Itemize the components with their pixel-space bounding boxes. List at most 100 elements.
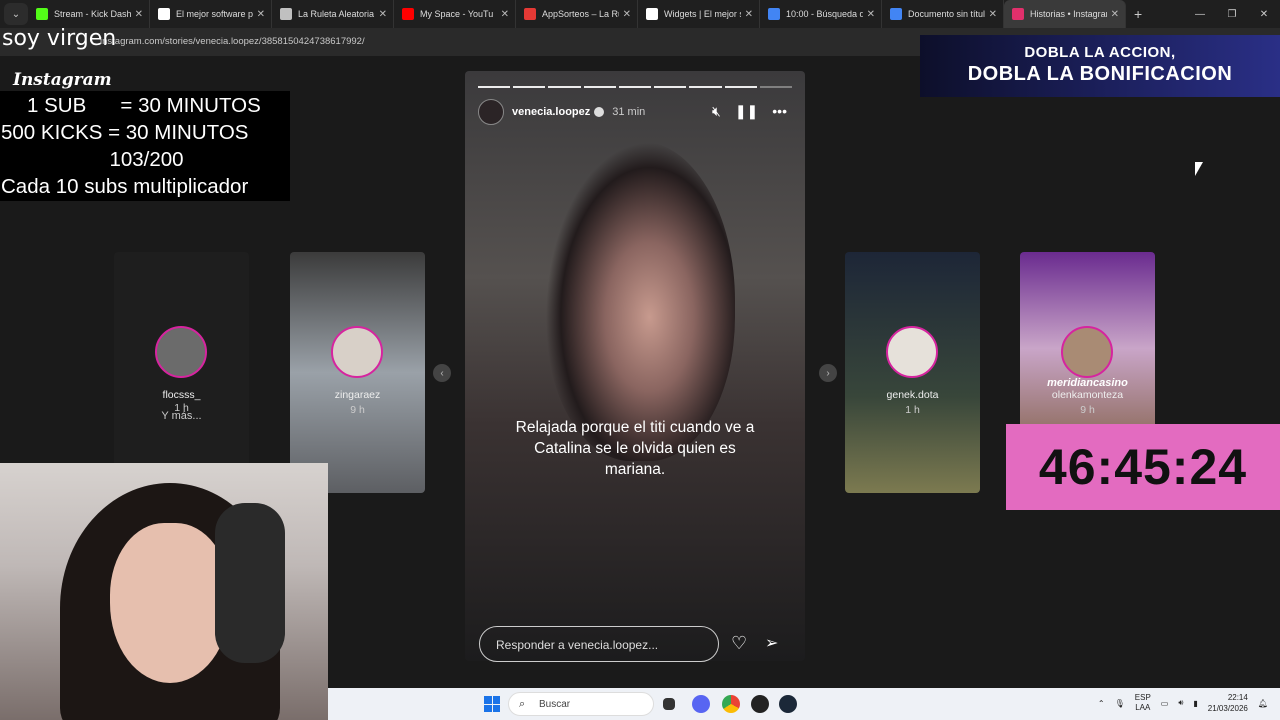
tab-search-button[interactable]: ⌄ — [4, 3, 28, 25]
browser-tab[interactable]: La Ruleta Aleatoria ✕ — [272, 0, 394, 28]
close-window-button[interactable]: ✕ — [1248, 0, 1280, 28]
volume-icon[interactable]: 🔊︎ — [1178, 698, 1183, 708]
url-text[interactable]: instagram.com/stories/venecia.loopez/385… — [100, 36, 365, 47]
avatar — [1061, 326, 1113, 378]
story-progress-segment — [583, 86, 616, 88]
search-label: Buscar — [539, 699, 571, 710]
tab-favicon-icon — [158, 8, 170, 20]
story-photo — [545, 141, 735, 461]
microphone-icon[interactable]: 🎙︎ — [1115, 699, 1125, 708]
avatar — [886, 326, 938, 378]
discord-icon[interactable] — [692, 695, 710, 713]
browser-tab[interactable]: Historias • Instagram ✕ — [1004, 0, 1126, 28]
window-controls: — ❐ ✕ — [1184, 0, 1280, 28]
tab-favicon-icon — [402, 8, 414, 20]
pause-icon[interactable]: ❚❚ — [735, 103, 758, 120]
subathon-rules-panel: 1 SUB = 30 MINUTOS 500 KICKS = 30 MINUTO… — [0, 91, 290, 201]
story-username: olenkamonteza — [1051, 389, 1124, 401]
more-options-icon[interactable]: ••• — [772, 103, 787, 120]
taskbar-search[interactable]: ⌕ Buscar — [508, 692, 654, 716]
mute-icon[interactable]: 🔇︎ — [712, 103, 721, 120]
restore-button[interactable]: ❐ — [1216, 0, 1248, 28]
new-tab-button[interactable]: + — [1134, 6, 1142, 22]
rule-line: Cada 10 subs multiplicador — [1, 175, 249, 198]
tab-title: AppSorteos – La Rule — [542, 9, 619, 19]
story-progress-segment — [654, 86, 687, 88]
minimize-button[interactable]: — — [1184, 0, 1216, 28]
side-story-card[interactable]: genek.dota 1 h — [845, 252, 980, 493]
close-tab-icon[interactable]: ✕ — [745, 9, 753, 20]
search-icon: ⌕ — [519, 698, 526, 710]
windows-start-icon[interactable] — [484, 696, 500, 712]
browser-tab[interactable]: Documento sin título ✕ — [882, 0, 1004, 28]
lang-secondary: LAA — [1135, 703, 1151, 712]
notification-icon[interactable]: 🔔︎ — [1258, 699, 1268, 708]
clock-date: 21/03/2026 — [1207, 704, 1248, 713]
browser-tab[interactable]: 10:00 - Búsqueda de ✕ — [760, 0, 882, 28]
subathon-timer: 46:45:24 — [1006, 424, 1280, 510]
story-progress-segment — [548, 86, 581, 88]
story-progress-segment — [513, 86, 546, 88]
clock[interactable]: 22:14 21/03/2026 — [1208, 692, 1248, 714]
rule-line: 1 SUB = 30 MINUTOS — [27, 94, 261, 117]
story-progress-segment — [689, 86, 722, 88]
instagram-logo[interactable]: Instagram — [13, 70, 112, 90]
promo-line2: DOBLA LA BONIFICACION — [967, 63, 1233, 85]
send-icon[interactable]: ➢ — [765, 633, 778, 653]
reply-input[interactable]: Responder a venecia.loopez... — [479, 626, 719, 662]
webcam-face — [110, 523, 230, 683]
close-tab-icon[interactable]: ✕ — [1111, 9, 1119, 20]
story-progress-segment — [724, 86, 757, 88]
next-story-arrow[interactable]: › — [819, 364, 837, 382]
language-indicator[interactable]: ESP LAA — [1135, 693, 1151, 713]
story-time: 9 h — [350, 404, 365, 416]
story-caption: Relajada porque el titi cuando ve a Cata… — [515, 419, 755, 478]
close-tab-icon[interactable]: ✕ — [257, 9, 265, 20]
tab-favicon-icon — [36, 8, 48, 20]
tab-title: Documento sin título — [908, 9, 985, 19]
tab-title: Stream - Kick Dashbo — [54, 9, 131, 19]
close-tab-icon[interactable]: ✕ — [867, 9, 875, 20]
story-progress-segment — [759, 86, 792, 88]
story-viewer[interactable]: venecia.loopez 31 min 🔇︎ ❚❚ ••• Relajada… — [465, 71, 805, 661]
close-tab-icon[interactable]: ✕ — [379, 9, 387, 20]
chevron-up-icon[interactable]: ⌃ — [1098, 699, 1105, 708]
verified-icon — [594, 107, 605, 117]
browser-tab[interactable]: Widgets | El mejor so ✕ — [638, 0, 760, 28]
webcam-feed — [0, 463, 328, 720]
tab-favicon-icon — [768, 8, 780, 20]
story-username: genek.dota — [886, 389, 939, 401]
story-header: venecia.loopez 31 min — [478, 99, 645, 125]
clock-time: 22:14 — [1227, 693, 1248, 702]
chrome-icon[interactable] — [722, 695, 740, 713]
side-story-card[interactable]: flocsss_ 1 h Y más... — [114, 252, 249, 493]
steam-icon[interactable] — [779, 695, 797, 713]
like-heart-icon[interactable]: ♡ — [731, 633, 747, 654]
story-username[interactable]: venecia.loopez — [512, 106, 590, 118]
avatar[interactable] — [478, 99, 504, 125]
tab-title: 10:00 - Búsqueda de — [786, 9, 863, 19]
side-story-card[interactable]: zingaraez 9 h — [290, 252, 425, 493]
previous-story-arrow[interactable]: ‹ — [433, 364, 451, 382]
close-tab-icon[interactable]: ✕ — [623, 9, 631, 20]
windows-taskbar: ⌕ Buscar ⌃ 🎙︎ ESP LAA ▭ 🔊︎ ▮ 22:14 21/03… — [328, 688, 1280, 720]
obs-icon[interactable] — [751, 695, 769, 713]
browser-tab[interactable]: AppSorteos – La Rule ✕ — [516, 0, 638, 28]
file-explorer-icon[interactable] — [663, 698, 675, 710]
close-tab-icon[interactable]: ✕ — [135, 9, 143, 20]
close-tab-icon[interactable]: ✕ — [501, 9, 509, 20]
browser-tab[interactable]: Stream - Kick Dashbo ✕ — [28, 0, 150, 28]
network-icon[interactable]: ▭ — [1161, 699, 1169, 708]
battery-icon[interactable]: ▮ — [1193, 699, 1197, 708]
story-time: 1 h — [905, 404, 920, 416]
story-controls: 🔇︎ ❚❚ ••• — [712, 103, 787, 120]
system-tray: ⌃ 🎙︎ ESP LAA ▭ 🔊︎ ▮ 22:14 21/03/2026 🔔︎ — [1098, 692, 1268, 714]
close-tab-icon[interactable]: ✕ — [989, 9, 997, 20]
tab-favicon-icon — [280, 8, 292, 20]
browser-tab[interactable]: El mejor software par ✕ — [150, 0, 272, 28]
tab-favicon-icon — [646, 8, 658, 20]
mouse-cursor-icon — [1195, 162, 1203, 176]
browser-tab[interactable]: My Space - YouTu ✕ — [394, 0, 516, 28]
tab-favicon-icon — [890, 8, 902, 20]
story-progress-segment — [618, 86, 652, 88]
